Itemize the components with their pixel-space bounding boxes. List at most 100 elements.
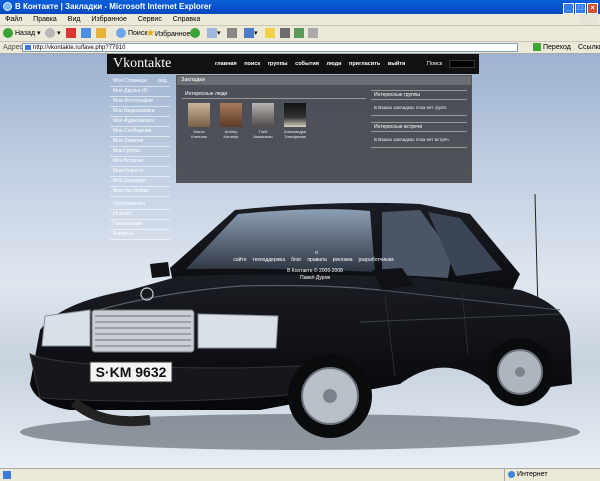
nav-logout[interactable]: выйти (388, 61, 406, 67)
menu-item-friends[interactable]: Мои Друзья (6) (110, 87, 170, 97)
edit-button[interactable]: ▾ (244, 27, 258, 40)
menu-help[interactable]: Справка (173, 16, 200, 23)
interesting-groups-title: Интересные группы (371, 90, 467, 100)
word-icon (244, 28, 254, 39)
favorites-button[interactable]: ★Избранное (146, 27, 190, 40)
menu-edit-link[interactable]: ред. (158, 77, 168, 86)
footer-link-support[interactable]: техподдержка (253, 257, 286, 263)
vk-nav: главная поиск группы события люди пригла… (215, 54, 411, 74)
nav-search[interactable]: поиск (244, 61, 260, 67)
mail-button[interactable]: ▾ (207, 27, 221, 40)
person-photo[interactable] (252, 103, 274, 127)
person-photo[interactable] (284, 103, 306, 127)
go-button[interactable]: Переход (533, 42, 571, 53)
menu-favorites[interactable]: Избранное (91, 16, 126, 23)
back-button[interactable]: Назад ▾ (3, 27, 41, 40)
person-card[interactable]: Andrey Karantyr (216, 103, 246, 139)
menu-bar: Файл Правка Вид Избранное Сервис Справка (0, 14, 600, 26)
menu-item-videos[interactable]: Мои Видеозаписи (110, 107, 170, 117)
nav-home[interactable]: главная (215, 61, 237, 67)
person-last-name[interactable]: Амишанко (248, 134, 278, 139)
menu-item-messages[interactable]: Мои Сообщения (110, 127, 170, 137)
links-button[interactable]: Ссылки (578, 42, 600, 53)
footer-link-blog[interactable]: блог (291, 257, 301, 263)
bookmarks-panel: Закладки Интересные люди Настя Клепова A… (176, 75, 472, 183)
print-icon (227, 28, 237, 39)
menu-edit[interactable]: Правка (33, 16, 57, 23)
toolbar: Назад ▾ ▾ Поиск ★Избранное ▾ ▾ (0, 26, 600, 42)
status-bar: Интернет (0, 468, 600, 481)
events-empty-text: В Ваших закладках пока нет встреч. (371, 132, 467, 148)
person-card[interactable]: Настя Клепова (184, 103, 214, 139)
address-input[interactable]: http://vkontakte.ru/fave.php?77910 (22, 43, 518, 52)
address-bar: Адрес: http://vkontakte.ru/fave.php?7791… (0, 42, 600, 54)
stop-button[interactable] (66, 27, 76, 40)
nav-invite[interactable]: пригласить (349, 61, 380, 67)
globe-icon (508, 470, 515, 478)
author-link[interactable]: Павел Дуров (230, 275, 400, 282)
vk-footer: о сайте техподдержка блог правила реклама раз… (230, 250, 400, 282)
vk-header: Vkontakte главная поиск группы события л… (107, 54, 479, 74)
minimize-button[interactable]: _ (563, 3, 574, 14)
messenger-icon (294, 28, 304, 39)
footer-link-ads[interactable]: реклама (333, 257, 353, 263)
window-title: В Контакте | Закладки - Microsoft Intern… (15, 2, 212, 11)
person-last-name[interactable]: Karantyr (216, 134, 246, 139)
research-button[interactable] (280, 27, 290, 40)
menu-item-suggestions[interactable]: Предложения (110, 200, 170, 210)
page-content: S·KM 9632 Vkontakte главная поиск группы… (0, 54, 600, 468)
search-icon (116, 28, 126, 39)
person-card[interactable]: Александра Тимофеева (280, 103, 310, 139)
ie-logo-icon (3, 2, 12, 11)
footer-link-developers[interactable]: разработчикам (358, 257, 393, 263)
menu-item-groups[interactable]: Мои Группы (110, 147, 170, 157)
menu-item-news[interactable]: Мои Новости (110, 167, 170, 177)
footer-links: о сайте техподдержка блог правила реклама раз… (230, 250, 400, 264)
menu-item-apps[interactable]: Приложения (110, 220, 170, 230)
footer-link-rules[interactable]: правила (307, 257, 326, 263)
vk-logo[interactable]: Vkontakte (113, 55, 171, 73)
toolbar-extra-button[interactable] (308, 27, 318, 40)
search-label: Поиск (427, 61, 443, 67)
person-last-name[interactable]: Тимофеева (280, 134, 310, 139)
interesting-people-section: Интересные люди Настя Клепова Andrey Kar… (182, 90, 366, 139)
nav-groups[interactable]: группы (268, 61, 288, 67)
print-button[interactable] (227, 27, 237, 40)
search-input[interactable] (449, 60, 475, 68)
menu-item-bookmarks[interactable]: Мои Закладки (110, 177, 170, 187)
interesting-people-title: Интересные люди (182, 90, 366, 99)
menu-item-questions[interactable]: Вопросы (110, 230, 170, 240)
window-title-bar: В Контакте | Закладки - Microsoft Intern… (0, 0, 600, 14)
nav-events[interactable]: события (295, 61, 319, 67)
security-zone: Интернет (504, 469, 548, 481)
refresh-button[interactable] (81, 27, 91, 40)
menu-item-events[interactable]: Мои Встречи (110, 157, 170, 167)
history-icon (190, 28, 200, 39)
go-arrow-icon (533, 43, 541, 52)
person-photo[interactable] (188, 103, 210, 127)
search-button[interactable]: Поиск (116, 27, 147, 40)
maximize-button[interactable]: □ (575, 3, 586, 14)
menu-file[interactable]: Файл (5, 16, 22, 23)
menu-tools[interactable]: Сервис (138, 16, 162, 23)
person-card[interactable]: Глеб Амишанко (248, 103, 278, 139)
close-button[interactable]: × (587, 3, 598, 14)
menu-item-opinions[interactable]: Мнения (110, 210, 170, 220)
page-status-icon (3, 471, 11, 479)
person-photo[interactable] (220, 103, 242, 127)
forward-button[interactable]: ▾ (45, 27, 61, 40)
discuss-button[interactable] (265, 27, 275, 40)
home-icon (96, 28, 106, 39)
menu-item-settings[interactable]: Мои Настройки (110, 187, 170, 197)
home-button[interactable] (96, 27, 106, 40)
back-arrow-icon (3, 28, 13, 39)
menu-item-audio[interactable]: Мои Аудиозаписи (110, 117, 170, 127)
menu-item-photos[interactable]: Мои Фотографии (110, 97, 170, 107)
history-button[interactable] (190, 27, 202, 40)
person-last-name[interactable]: Клепова (184, 134, 214, 139)
menu-item-notes[interactable]: Мои Заметки (110, 137, 170, 147)
messenger-button[interactable] (294, 27, 304, 40)
menu-view[interactable]: Вид (68, 16, 81, 23)
nav-people[interactable]: люди (326, 61, 341, 67)
menu-item-my-page[interactable]: Моя Страница ред. (110, 77, 170, 87)
